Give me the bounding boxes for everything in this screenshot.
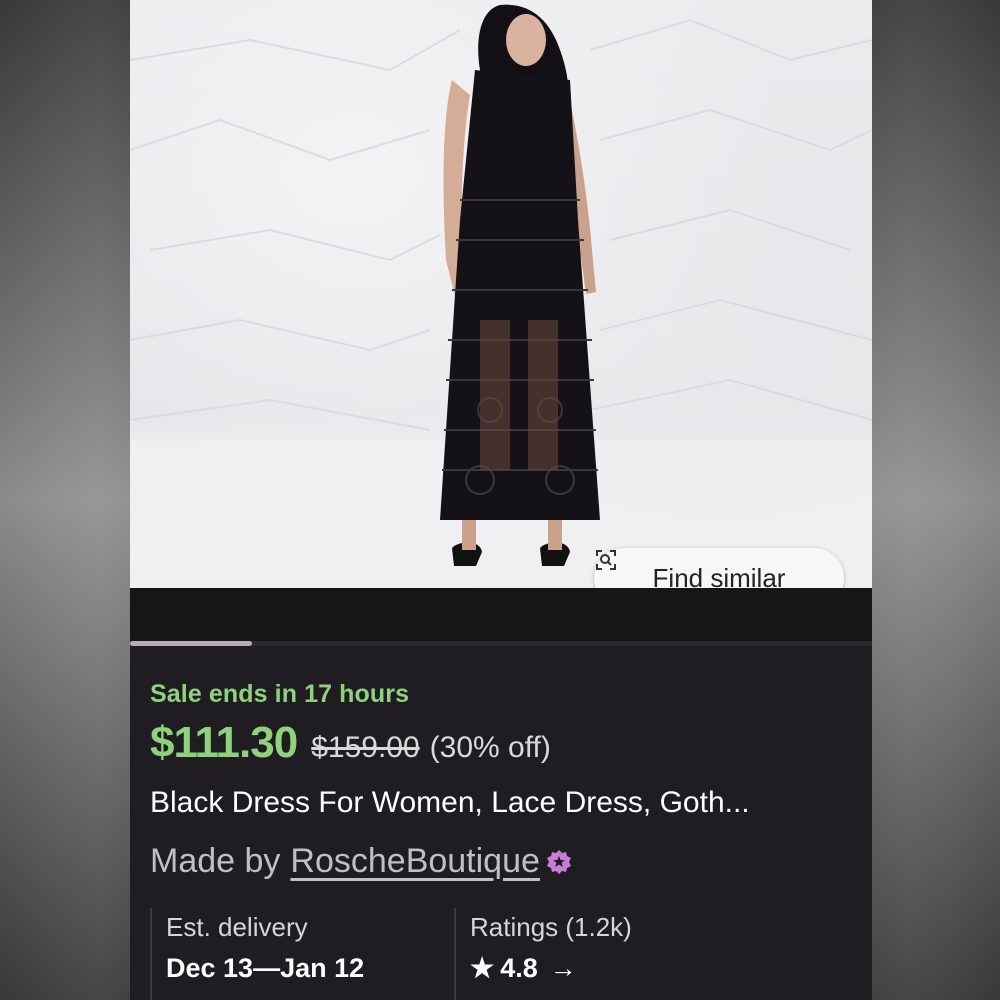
ratings-stat[interactable]: Ratings (1.2k) ★ 4.8 → <box>470 912 632 984</box>
carousel-indicator[interactable] <box>130 641 252 646</box>
made-by-label: Made by <box>150 842 281 880</box>
delivery-dates: Dec 13—Jan 12 <box>166 953 365 983</box>
sale-countdown: Sale ends in 17 hours <box>150 680 410 708</box>
image-search-icon <box>596 550 616 570</box>
sale-price: $111.30 <box>150 718 298 767</box>
find-similar-label: Find similar <box>652 562 786 589</box>
photo-bottom-strip <box>130 588 872 642</box>
right-background-blur <box>872 0 1000 1000</box>
ratings-label: Ratings (1.2k) <box>470 912 632 942</box>
made-by-row: Made by RoscheBoutique <box>150 842 572 881</box>
star-icon: ★ <box>470 953 495 983</box>
left-background-blur <box>0 0 130 1000</box>
listing-screen: Find similar Sale ends in 17 hours $111.… <box>130 0 872 1000</box>
delivery-label: Est. delivery <box>166 912 308 942</box>
shop-name-link[interactable]: RoscheBoutique <box>290 842 540 881</box>
original-price: $159.00 <box>311 731 420 764</box>
ratings-value-row[interactable]: ★ 4.8 → <box>470 953 632 984</box>
price-row: $111.30 $159.00 (30% off) <box>150 718 551 768</box>
model-in-black-lace-dress-illustration <box>130 4 872 588</box>
listing-title[interactable]: Black Dress For Women, Lace Dress, Goth.… <box>150 786 750 820</box>
discount-text: (30% off) <box>429 731 551 764</box>
stats-divider-left <box>150 908 152 1000</box>
product-photo[interactable]: Find similar <box>130 0 872 588</box>
star-seller-badge-icon <box>546 849 571 874</box>
delivery-stat: Est. delivery Dec 13—Jan 12 <box>166 912 364 984</box>
stats-divider-middle <box>454 908 456 1000</box>
find-similar-button[interactable]: Find similar <box>594 548 844 588</box>
rating-value: 4.8 <box>500 953 538 983</box>
arrow-right-icon: → <box>549 953 577 983</box>
